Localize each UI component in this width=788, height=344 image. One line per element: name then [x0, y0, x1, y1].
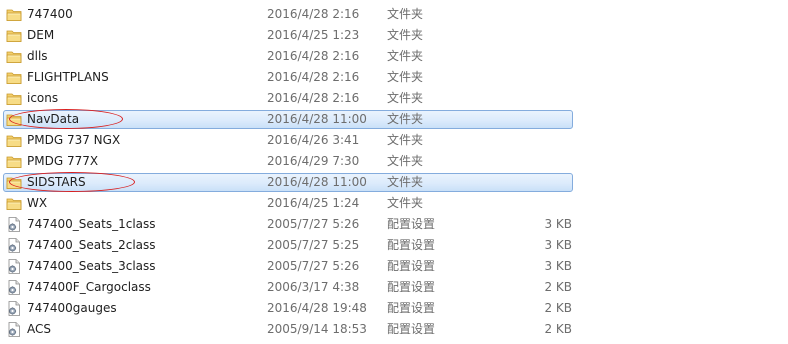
folder-icon [6, 154, 22, 169]
file-row[interactable]: FLIGHTPLANS 2016/4/28 2:16 文件夹 [0, 67, 788, 88]
folder-icon [6, 28, 22, 43]
date-modified: 2016/4/28 11:00 [267, 175, 367, 189]
file-name: NavData [27, 112, 80, 126]
folder-icon [6, 7, 22, 22]
date-modified: 2005/7/27 5:26 [267, 217, 360, 231]
file-name: ACS [27, 322, 51, 336]
date-modified: 2016/4/28 2:16 [267, 70, 360, 84]
date-modified: 2016/4/28 2:16 [267, 49, 360, 63]
file-row[interactable]: 747400 2016/4/28 2:16 文件夹 [0, 4, 788, 25]
file-name: PMDG 777X [27, 154, 99, 168]
file-row[interactable]: dlls 2016/4/28 2:16 文件夹 [0, 46, 788, 67]
file-name: WX [27, 196, 48, 210]
file-name: 747400gauges [27, 301, 117, 315]
file-name: dlls [27, 49, 48, 63]
file-type: 文件夹 [387, 28, 424, 42]
file-type: 文件夹 [387, 154, 424, 168]
file-row[interactable]: icons 2016/4/28 2:16 文件夹 [0, 88, 788, 109]
file-type: 文件夹 [387, 112, 424, 126]
file-row[interactable]: PMDG 777X 2016/4/29 7:30 文件夹 [0, 151, 788, 172]
file-name: 747400_Seats_1class [27, 217, 156, 231]
file-type: 文件夹 [387, 175, 424, 189]
file-type: 文件夹 [387, 196, 424, 210]
date-modified: 2016/4/28 2:16 [267, 91, 360, 105]
date-modified: 2016/4/28 19:48 [267, 301, 367, 315]
file-list: 747400 2016/4/28 2:16 文件夹 DEM 2016/4/25 … [0, 4, 788, 340]
date-modified: 2006/3/17 4:38 [267, 280, 360, 294]
date-modified: 2005/9/14 18:53 [267, 322, 367, 336]
file-size: 2 KB [544, 322, 572, 336]
folder-icon [6, 49, 22, 64]
file-type: 配置设置 [387, 259, 436, 273]
folder-icon [6, 196, 22, 211]
file-type: 配置设置 [387, 217, 436, 231]
date-modified: 2016/4/28 11:00 [267, 112, 367, 126]
folder-icon [6, 133, 22, 148]
file-row[interactable]: PMDG 737 NGX 2016/4/26 3:41 文件夹 [0, 130, 788, 151]
file-size: 3 KB [544, 238, 572, 252]
file-type: 配置设置 [387, 280, 436, 294]
folder-icon [6, 91, 22, 106]
file-type: 配置设置 [387, 301, 436, 315]
file-type: 文件夹 [387, 133, 424, 147]
date-modified: 2016/4/26 3:41 [267, 133, 360, 147]
file-name: FLIGHTPLANS [27, 70, 109, 84]
file-name: 747400_Seats_2class [27, 238, 156, 252]
file-row[interactable]: NavData 2016/4/28 11:00 文件夹 [0, 109, 788, 130]
file-row[interactable]: 747400_Seats_2class 2005/7/27 5:25 配置设置 … [0, 235, 788, 256]
date-modified: 2016/4/25 1:23 [267, 28, 360, 42]
file-type: 文件夹 [387, 70, 424, 84]
file-type: 文件夹 [387, 49, 424, 63]
settings-file-icon [6, 217, 22, 232]
date-modified: 2005/7/27 5:25 [267, 238, 360, 252]
file-type: 配置设置 [387, 238, 436, 252]
folder-icon [6, 112, 22, 127]
file-row[interactable]: WX 2016/4/25 1:24 文件夹 [0, 193, 788, 214]
settings-file-icon [6, 259, 22, 274]
file-name: 747400_Seats_3class [27, 259, 156, 273]
settings-file-icon [6, 301, 22, 316]
date-modified: 2016/4/25 1:24 [267, 196, 360, 210]
file-type: 文件夹 [387, 91, 424, 105]
file-row[interactable]: ACS 2005/9/14 18:53 配置设置 2 KB [0, 319, 788, 340]
file-type: 文件夹 [387, 7, 424, 21]
date-modified: 2005/7/27 5:26 [267, 259, 360, 273]
folder-icon [6, 70, 22, 85]
file-row[interactable]: DEM 2016/4/25 1:23 文件夹 [0, 25, 788, 46]
file-size: 3 KB [544, 217, 572, 231]
file-row[interactable]: 747400gauges 2016/4/28 19:48 配置设置 2 KB [0, 298, 788, 319]
file-name: icons [27, 91, 59, 105]
file-row[interactable]: 747400_Seats_1class 2005/7/27 5:26 配置设置 … [0, 214, 788, 235]
settings-file-icon [6, 280, 22, 295]
file-row[interactable]: 747400F_Cargoclass 2006/3/17 4:38 配置设置 2… [0, 277, 788, 298]
file-size: 2 KB [544, 301, 572, 315]
date-modified: 2016/4/28 2:16 [267, 7, 360, 21]
file-name: 747400F_Cargoclass [27, 280, 151, 294]
file-name: SIDSTARS [27, 175, 86, 189]
file-size: 2 KB [544, 280, 572, 294]
file-name: DEM [27, 28, 55, 42]
file-row[interactable]: 747400_Seats_3class 2005/7/27 5:26 配置设置 … [0, 256, 788, 277]
date-modified: 2016/4/29 7:30 [267, 154, 360, 168]
settings-file-icon [6, 322, 22, 337]
folder-icon [6, 175, 22, 190]
file-name: PMDG 737 NGX [27, 133, 121, 147]
file-size: 3 KB [544, 259, 572, 273]
settings-file-icon [6, 238, 22, 253]
file-type: 配置设置 [387, 322, 436, 336]
file-name: 747400 [27, 7, 73, 21]
file-row[interactable]: SIDSTARS 2016/4/28 11:00 文件夹 [0, 172, 788, 193]
